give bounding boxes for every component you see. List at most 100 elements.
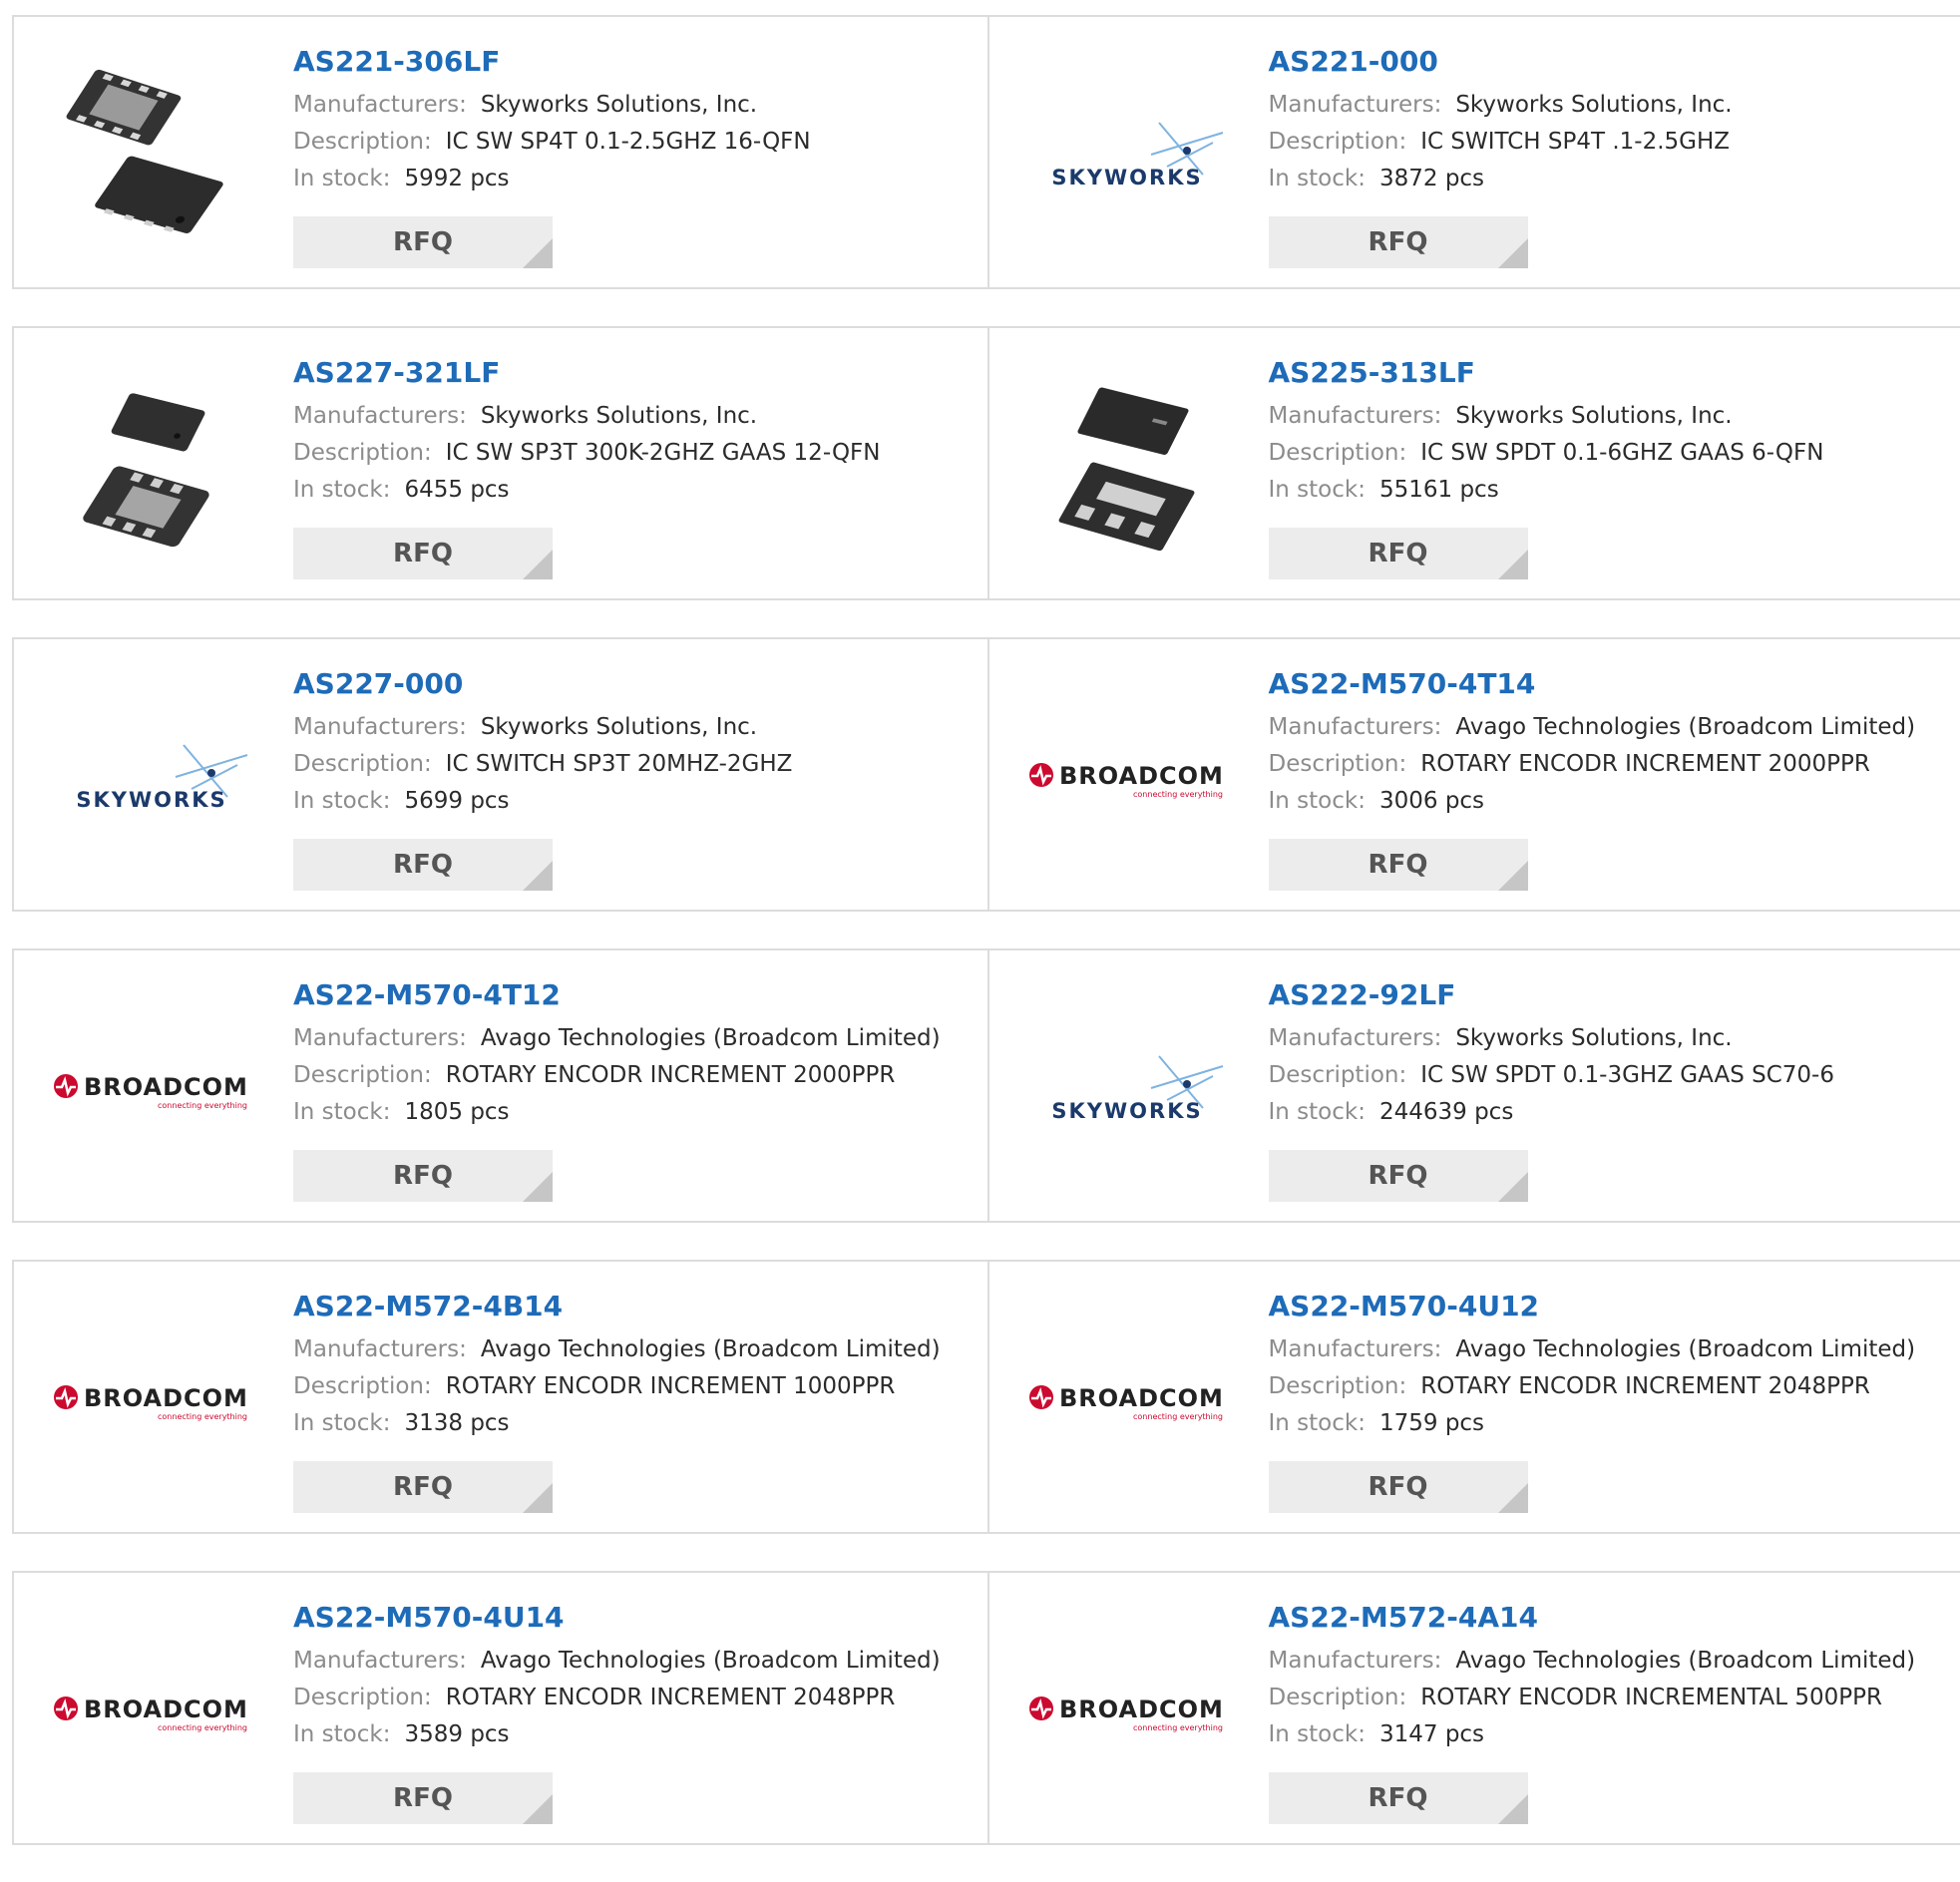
- stock-value: 5992 pcs: [404, 166, 509, 191]
- stock-value: 1759 pcs: [1379, 1410, 1484, 1436]
- stock-label: In stock:: [293, 1099, 390, 1125]
- description-value: IC SW SPDT 0.1-6GHZ GAAS 6-QFN: [1420, 440, 1823, 466]
- description-row: Description:ROTARY ENCODR INCREMENT 1000…: [293, 1368, 941, 1405]
- svg-text:BROADCOM: BROADCOM: [1059, 1384, 1224, 1412]
- stock-value: 3006 pcs: [1379, 788, 1484, 814]
- rfq-button[interactable]: RFQ: [1269, 216, 1528, 268]
- description-value: ROTARY ENCODR INCREMENT 2000PPR: [446, 1062, 896, 1088]
- broadcom-logo-image[interactable]: BROADCOM connecting everything: [52, 1300, 251, 1499]
- stock-label: In stock:: [1269, 477, 1366, 503]
- part-number-link[interactable]: AS22-M570-4T14: [1269, 667, 1916, 701]
- manufacturer-row: Manufacturers:Skyworks Solutions, Inc.: [1269, 1020, 1835, 1057]
- rfq-button[interactable]: RFQ: [1269, 1150, 1528, 1202]
- corner-triangle-icon: [523, 550, 553, 579]
- svg-text:connecting everything: connecting everything: [1133, 1723, 1223, 1732]
- part-number-link[interactable]: AS22-M572-4A14: [1269, 1601, 1916, 1635]
- broadcom-logo-image[interactable]: BROADCOM connecting everything: [1027, 1300, 1227, 1499]
- product-card: BROADCOM connecting everything AS22-M570…: [14, 1573, 987, 1843]
- rfq-label: RFQ: [1369, 1161, 1428, 1191]
- description-row: Description:IC SW SPDT 0.1-6GHZ GAAS 6-Q…: [1269, 435, 1824, 472]
- rfq-button[interactable]: RFQ: [1269, 1461, 1528, 1513]
- svg-text:BROADCOM: BROADCOM: [1059, 762, 1224, 790]
- stock-value: 5699 pcs: [404, 788, 509, 814]
- stock-label: In stock:: [1269, 1410, 1366, 1436]
- part-number-link[interactable]: AS22-M572-4B14: [293, 1290, 941, 1323]
- part-number-link[interactable]: AS221-306LF: [293, 45, 811, 79]
- stock-value: 3872 pcs: [1379, 166, 1484, 191]
- rfq-button[interactable]: RFQ: [293, 1772, 553, 1824]
- rfq-button[interactable]: RFQ: [1269, 528, 1528, 579]
- stock-row: In stock:5699 pcs: [293, 783, 792, 820]
- product-card: BROADCOM connecting everything AS22-M570…: [987, 1262, 1960, 1532]
- rfq-button[interactable]: RFQ: [293, 1150, 553, 1202]
- stock-value: 6455 pcs: [404, 477, 509, 503]
- skyworks-logo-image[interactable]: SKYWORKS: [52, 677, 251, 877]
- rfq-button[interactable]: RFQ: [293, 839, 553, 891]
- manufacturer-label: Manufacturers:: [293, 714, 467, 740]
- svg-text:BROADCOM: BROADCOM: [84, 1695, 248, 1723]
- rfq-button[interactable]: RFQ: [293, 528, 553, 579]
- svg-text:connecting everything: connecting everything: [158, 1101, 247, 1110]
- description-value: IC SW SPDT 0.1-3GHZ GAAS SC70-6: [1420, 1062, 1834, 1088]
- corner-triangle-icon: [1498, 1172, 1528, 1202]
- manufacturer-label: Manufacturers:: [293, 1025, 467, 1051]
- corner-triangle-icon: [523, 1794, 553, 1824]
- skyworks-logo-image[interactable]: SKYWORKS: [1027, 55, 1227, 254]
- broadcom-logo-image[interactable]: BROADCOM connecting everything: [1027, 1611, 1227, 1810]
- part-number-link[interactable]: AS227-000: [293, 667, 792, 701]
- qfn12-chip-image[interactable]: [52, 366, 251, 565]
- rfq-button[interactable]: RFQ: [293, 1461, 553, 1513]
- stock-row: In stock:3872 pcs: [1269, 161, 1733, 197]
- product-info: AS227-000 Manufacturers: Skyworks Solution…: [293, 667, 792, 820]
- part-number-link[interactable]: AS227-321LF: [293, 356, 881, 390]
- stock-value: 3589 pcs: [404, 1721, 509, 1747]
- svg-text:BROADCOM: BROADCOM: [84, 1384, 248, 1412]
- qfn6-chip-image[interactable]: [1027, 366, 1227, 565]
- corner-triangle-icon: [523, 1172, 553, 1202]
- rfq-button[interactable]: RFQ: [1269, 839, 1528, 891]
- stock-row: In stock:55161 pcs: [1269, 472, 1824, 509]
- rfq-button[interactable]: RFQ: [1269, 1772, 1528, 1824]
- manufacturer-value: Skyworks Solutions, Inc.: [481, 714, 757, 740]
- stock-value: 1805 pcs: [404, 1099, 509, 1125]
- part-number-link[interactable]: AS221-000: [1269, 45, 1733, 79]
- description-label: Description:: [293, 129, 432, 155]
- manufacturer-row: Manufacturers:Avago Technologies (Broadc…: [293, 1020, 941, 1057]
- broadcom-logo-image[interactable]: BROADCOM connecting everything: [52, 1611, 251, 1810]
- rfq-label: RFQ: [393, 1472, 453, 1502]
- product-info: AS22-M572-4B14Manufacturers:Avago Techno…: [293, 1290, 941, 1442]
- part-number-link[interactable]: AS22-M570-4U14: [293, 1601, 941, 1635]
- description-label: Description:: [1269, 1685, 1407, 1710]
- rfq-label: RFQ: [1369, 539, 1428, 568]
- stock-row: In stock:6455 pcs: [293, 472, 881, 509]
- product-info: AS22-M570-4T14Manufacturers:Avago Techno…: [1269, 667, 1916, 820]
- stock-row: In stock:3147 pcs: [1269, 1716, 1916, 1753]
- description-value: IC SW SP4T 0.1-2.5GHZ 16-QFN: [446, 129, 811, 155]
- description-row: Description:IC SWITCH SP4T .1-2.5GHZ: [1269, 124, 1733, 161]
- rfq-button[interactable]: RFQ: [293, 216, 553, 268]
- skyworks-logo-image[interactable]: SKYWORKS: [1027, 988, 1227, 1188]
- broadcom-logo-image[interactable]: BROADCOM connecting everything: [1027, 677, 1227, 877]
- part-number-link[interactable]: AS222-92LF: [1269, 978, 1835, 1012]
- stock-row: In stock: 1805 pcs: [293, 1094, 941, 1131]
- description-value: IC SWITCH SP4T .1-2.5GHZ: [1420, 129, 1730, 155]
- part-number-link[interactable]: AS22-M570-4T12: [293, 978, 941, 1012]
- svg-text:SKYWORKS: SKYWORKS: [76, 788, 226, 812]
- manufacturer-value: Skyworks Solutions, Inc.: [1455, 92, 1732, 118]
- description-label: Description:: [293, 1373, 432, 1399]
- part-number-link[interactable]: AS225-313LF: [1269, 356, 1824, 390]
- description-label: Description:: [293, 751, 432, 777]
- stock-value: 244639 pcs: [1379, 1099, 1513, 1125]
- description-label: Description:: [293, 1685, 432, 1710]
- stock-value: 3138 pcs: [404, 1410, 509, 1436]
- broadcom-logo-image[interactable]: BROADCOM connecting everything: [52, 988, 251, 1188]
- description-label: Description:: [293, 440, 432, 466]
- product-card: BROADCOM connecting everything AS22-M572…: [987, 1573, 1960, 1843]
- part-number-link[interactable]: AS22-M570-4U12: [1269, 1290, 1916, 1323]
- manufacturer-value: Skyworks Solutions, Inc.: [481, 403, 757, 429]
- manufacturer-value: Skyworks Solutions, Inc.: [1455, 1025, 1732, 1051]
- manufacturer-label: Manufacturers:: [293, 1648, 467, 1674]
- corner-triangle-icon: [523, 1483, 553, 1513]
- stock-label: In stock:: [1269, 1721, 1366, 1747]
- qfn16-chip-image[interactable]: [52, 55, 251, 254]
